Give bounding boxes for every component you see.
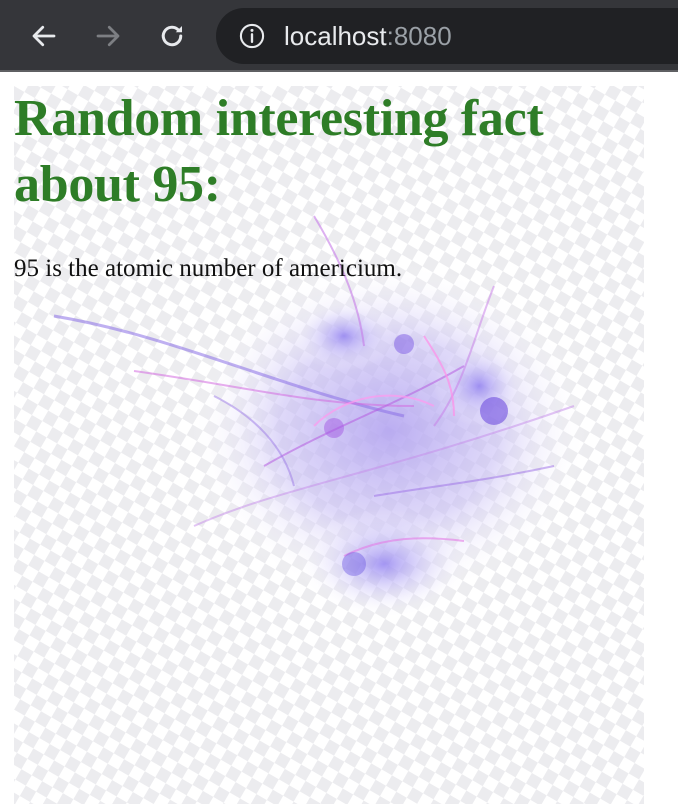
page-viewport: Random interesting fact about 95: 95 is … xyxy=(0,72,678,804)
fact-text: 95 is the atomic number of americium. xyxy=(14,255,403,282)
reload-button[interactable] xyxy=(152,16,192,56)
reload-icon xyxy=(161,25,183,47)
forward-button[interactable] xyxy=(88,16,128,56)
page-heading: Random interesting fact about 95: xyxy=(14,90,544,213)
url-host: localhost xyxy=(284,21,387,51)
page-content: Random interesting fact about 95: 95 is … xyxy=(14,86,644,284)
url-text[interactable]: localhost:8080 xyxy=(284,21,452,51)
info-icon[interactable] xyxy=(238,22,266,50)
address-bar[interactable]: localhost:8080 xyxy=(216,8,678,64)
browser-toolbar: localhost:8080 xyxy=(0,0,678,72)
back-button[interactable] xyxy=(24,16,64,56)
arrow-right-icon xyxy=(96,25,120,47)
arrow-left-icon xyxy=(32,25,56,47)
url-port: :8080 xyxy=(386,21,452,51)
